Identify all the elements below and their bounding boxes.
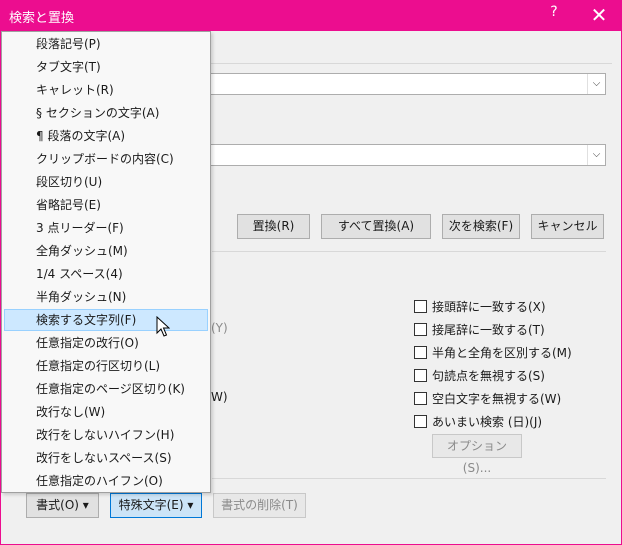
format-button[interactable]: 書式(O) ▾: [26, 493, 99, 518]
clipped-option-label: (Y): [211, 321, 228, 335]
menu-item-paragraph-character[interactable]: ¶ 段落の文字(A): [4, 125, 208, 147]
option-label: 空白文字を無視する(W): [432, 392, 562, 406]
close-icon[interactable]: ✕: [586, 1, 612, 29]
divider: [212, 251, 606, 252]
option-label: 句読点を無視する(S): [432, 369, 545, 383]
menu-item-ellipsis[interactable]: 省略記号(E): [4, 194, 208, 216]
option-label: あいまい検索 (日)(J): [432, 415, 543, 429]
menu-item-no-break[interactable]: 改行なし(W): [4, 401, 208, 423]
find-next-button[interactable]: 次を検索(F): [442, 214, 520, 239]
menu-item-manual-line-break[interactable]: 任意指定の改行(O): [4, 332, 208, 354]
chevron-down-icon[interactable]: ⌵: [587, 145, 605, 165]
menu-item-tab-character[interactable]: タブ文字(T): [4, 56, 208, 78]
menu-item-manual-page-break[interactable]: 任意指定のページ区切り(K): [4, 378, 208, 400]
checkbox[interactable]: [414, 392, 427, 405]
menu-item-find-what-text[interactable]: 検索する文字列(F): [4, 309, 208, 331]
divider: [212, 478, 606, 479]
options-button[interactable]: オプション(S)...: [432, 434, 522, 475]
checkbox[interactable]: [414, 369, 427, 382]
menu-item-caret[interactable]: キャレット(R): [4, 79, 208, 101]
replace-button[interactable]: 置換(R): [237, 214, 310, 239]
menu-item-column-break[interactable]: 段区切り(U): [4, 171, 208, 193]
checkbox[interactable]: [414, 415, 427, 428]
option-label: 半角と全角を区別する(M): [432, 346, 572, 360]
menu-item-nonbreaking-space[interactable]: 改行をしないスペース(S): [4, 447, 208, 469]
menu-item-nonbreaking-hyphen[interactable]: 改行をしないハイフン(H): [4, 424, 208, 446]
special-button[interactable]: 特殊文字(E) ▾: [110, 493, 202, 518]
menu-item-three-dot-leader[interactable]: 3 点リーダー(F): [4, 217, 208, 239]
special-characters-menu: 段落記号(P) タブ文字(T) キャレット(R) § セクションの文字(A) ¶…: [1, 31, 211, 493]
window-title: 検索と置換: [9, 11, 75, 26]
menu-item-paragraph-mark[interactable]: 段落記号(P): [4, 33, 208, 55]
option-label: 接尾辞に一致する(T): [432, 323, 545, 337]
option-label: 接頭辞に一致する(X): [432, 300, 546, 314]
menu-item-optional-hyphen[interactable]: 任意指定のハイフン(O): [4, 470, 208, 492]
menu-item-section-character[interactable]: § セクションの文字(A): [4, 102, 208, 124]
menu-item-en-dash[interactable]: 半角ダッシュ(N): [4, 286, 208, 308]
cancel-button[interactable]: キャンセル: [531, 214, 604, 239]
checkbox[interactable]: [414, 300, 427, 313]
clear-format-button[interactable]: 書式の削除(T): [213, 493, 306, 518]
help-icon[interactable]: ?: [546, 4, 562, 20]
mouse-pointer-icon: [156, 316, 170, 337]
chevron-down-icon[interactable]: ⌵: [587, 74, 605, 94]
menu-item-em-dash[interactable]: 全角ダッシュ(M): [4, 240, 208, 262]
checkbox[interactable]: [414, 346, 427, 359]
menu-item-manual-line-separator[interactable]: 任意指定の行区切り(L): [4, 355, 208, 377]
title-bar: 検索と置換 ? ✕: [0, 0, 622, 31]
clipped-option-label: W): [211, 390, 228, 404]
checkbox[interactable]: [414, 323, 427, 336]
replace-all-button[interactable]: すべて置換(A): [321, 214, 431, 239]
menu-item-clipboard-contents[interactable]: クリップボードの内容(C): [4, 148, 208, 170]
menu-item-quarter-space[interactable]: 1/4 スペース(4): [4, 263, 208, 285]
